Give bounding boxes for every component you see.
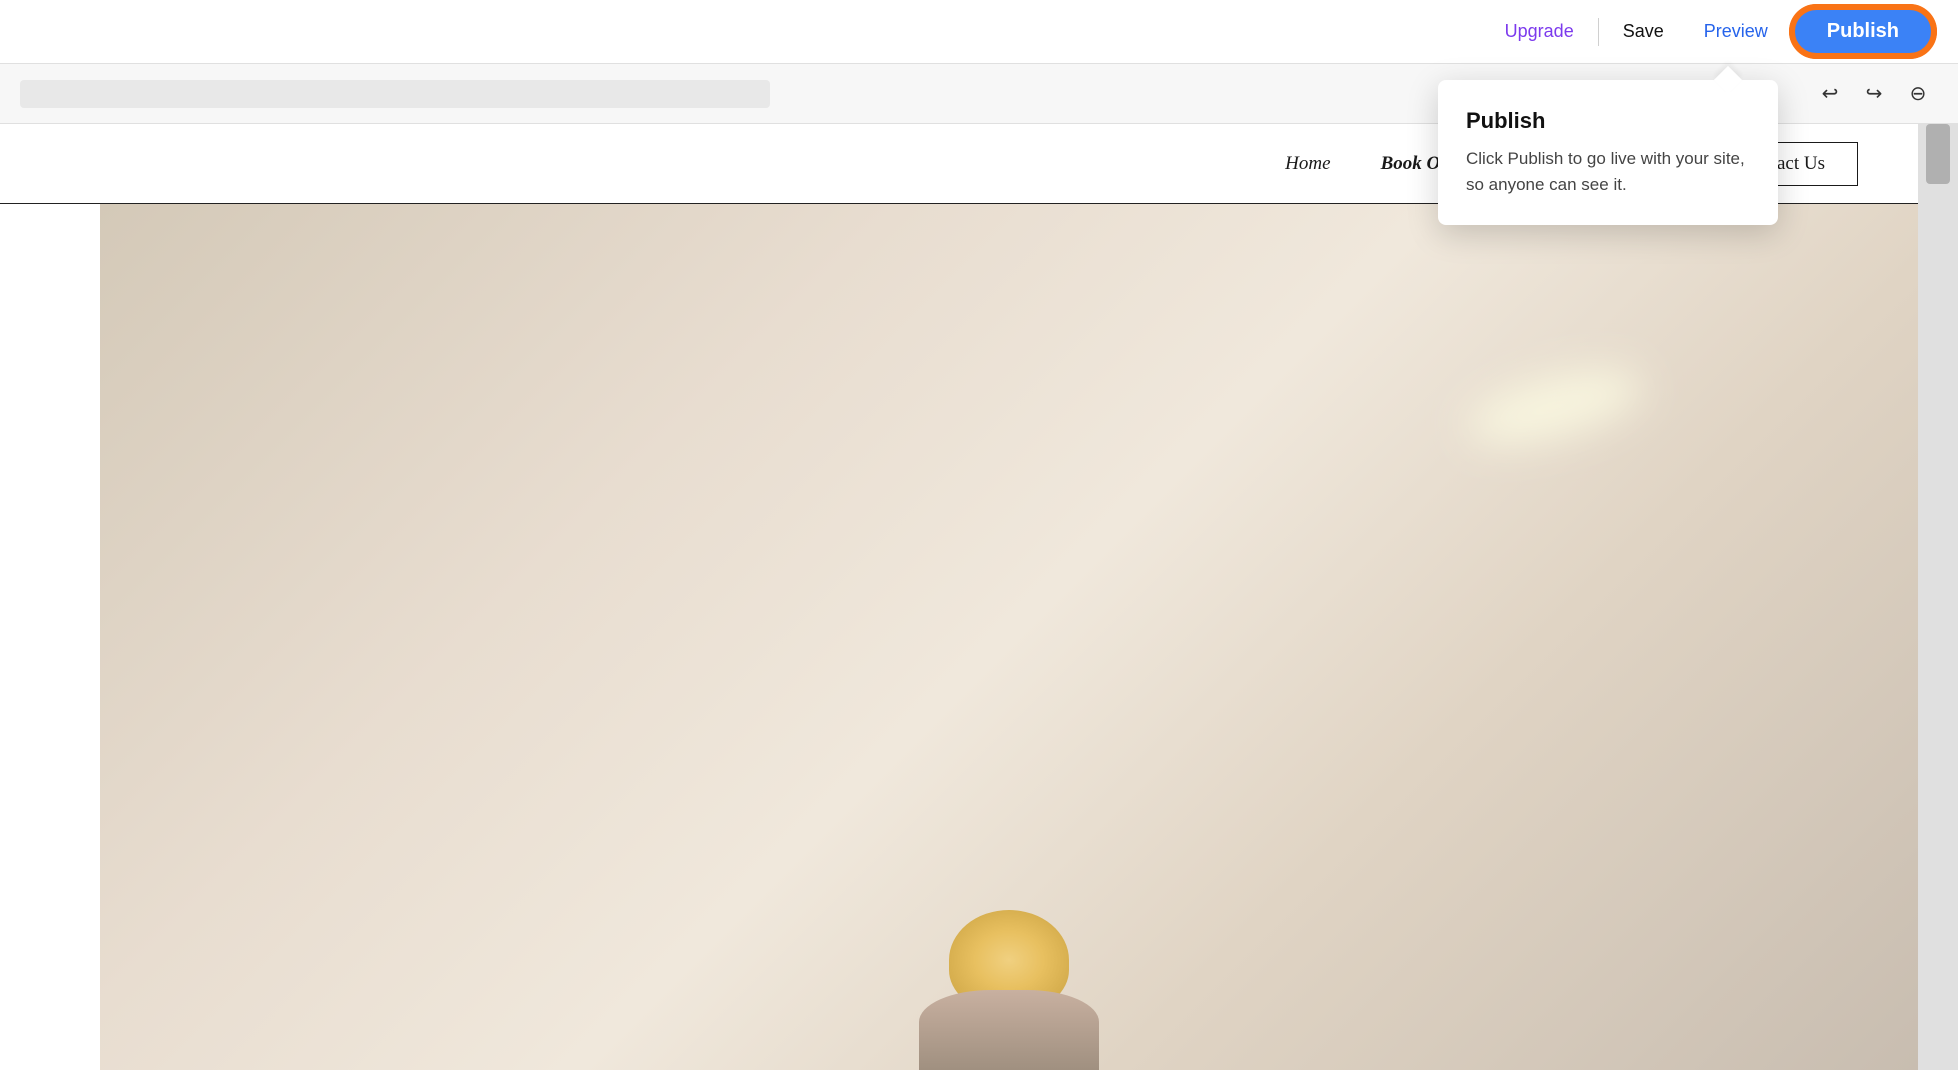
toolbar-divider [1598, 18, 1599, 46]
upgrade-button[interactable]: Upgrade [1489, 13, 1590, 50]
publish-button[interactable]: Publish [1792, 7, 1934, 56]
popover-title: Publish [1466, 108, 1750, 134]
hero-image [100, 204, 1918, 1070]
scrollbar-thumb[interactable] [1926, 124, 1950, 184]
scrollbar-track: ▲ [1918, 124, 1958, 1070]
hero-person [869, 850, 1149, 1070]
editor-icons: ↩ ↪ ⊖ [1810, 74, 1938, 114]
preview-button[interactable]: Preview [1688, 13, 1784, 50]
hero-light-beam [1461, 355, 1650, 460]
undo-button[interactable]: ↩ [1810, 74, 1850, 114]
person-body [919, 990, 1099, 1070]
zoom-out-button[interactable]: ⊖ [1898, 74, 1938, 114]
popover-description: Click Publish to go live with your site,… [1466, 146, 1750, 197]
hero-background [100, 204, 1918, 1070]
publish-popover: Publish Click Publish to go live with yo… [1438, 80, 1778, 225]
editor-address-bar [20, 80, 770, 108]
site-preview: Home Book Online Plans & Pricing Contact… [0, 124, 1918, 1070]
save-button[interactable]: Save [1607, 13, 1680, 50]
redo-button[interactable]: ↪ [1854, 74, 1894, 114]
nav-item-home[interactable]: Home [1285, 153, 1330, 175]
canvas-area: ▲ Home Book Online Plans & Pricing Conta… [0, 124, 1958, 1070]
top-toolbar: Upgrade Save Preview Publish [0, 0, 1958, 64]
